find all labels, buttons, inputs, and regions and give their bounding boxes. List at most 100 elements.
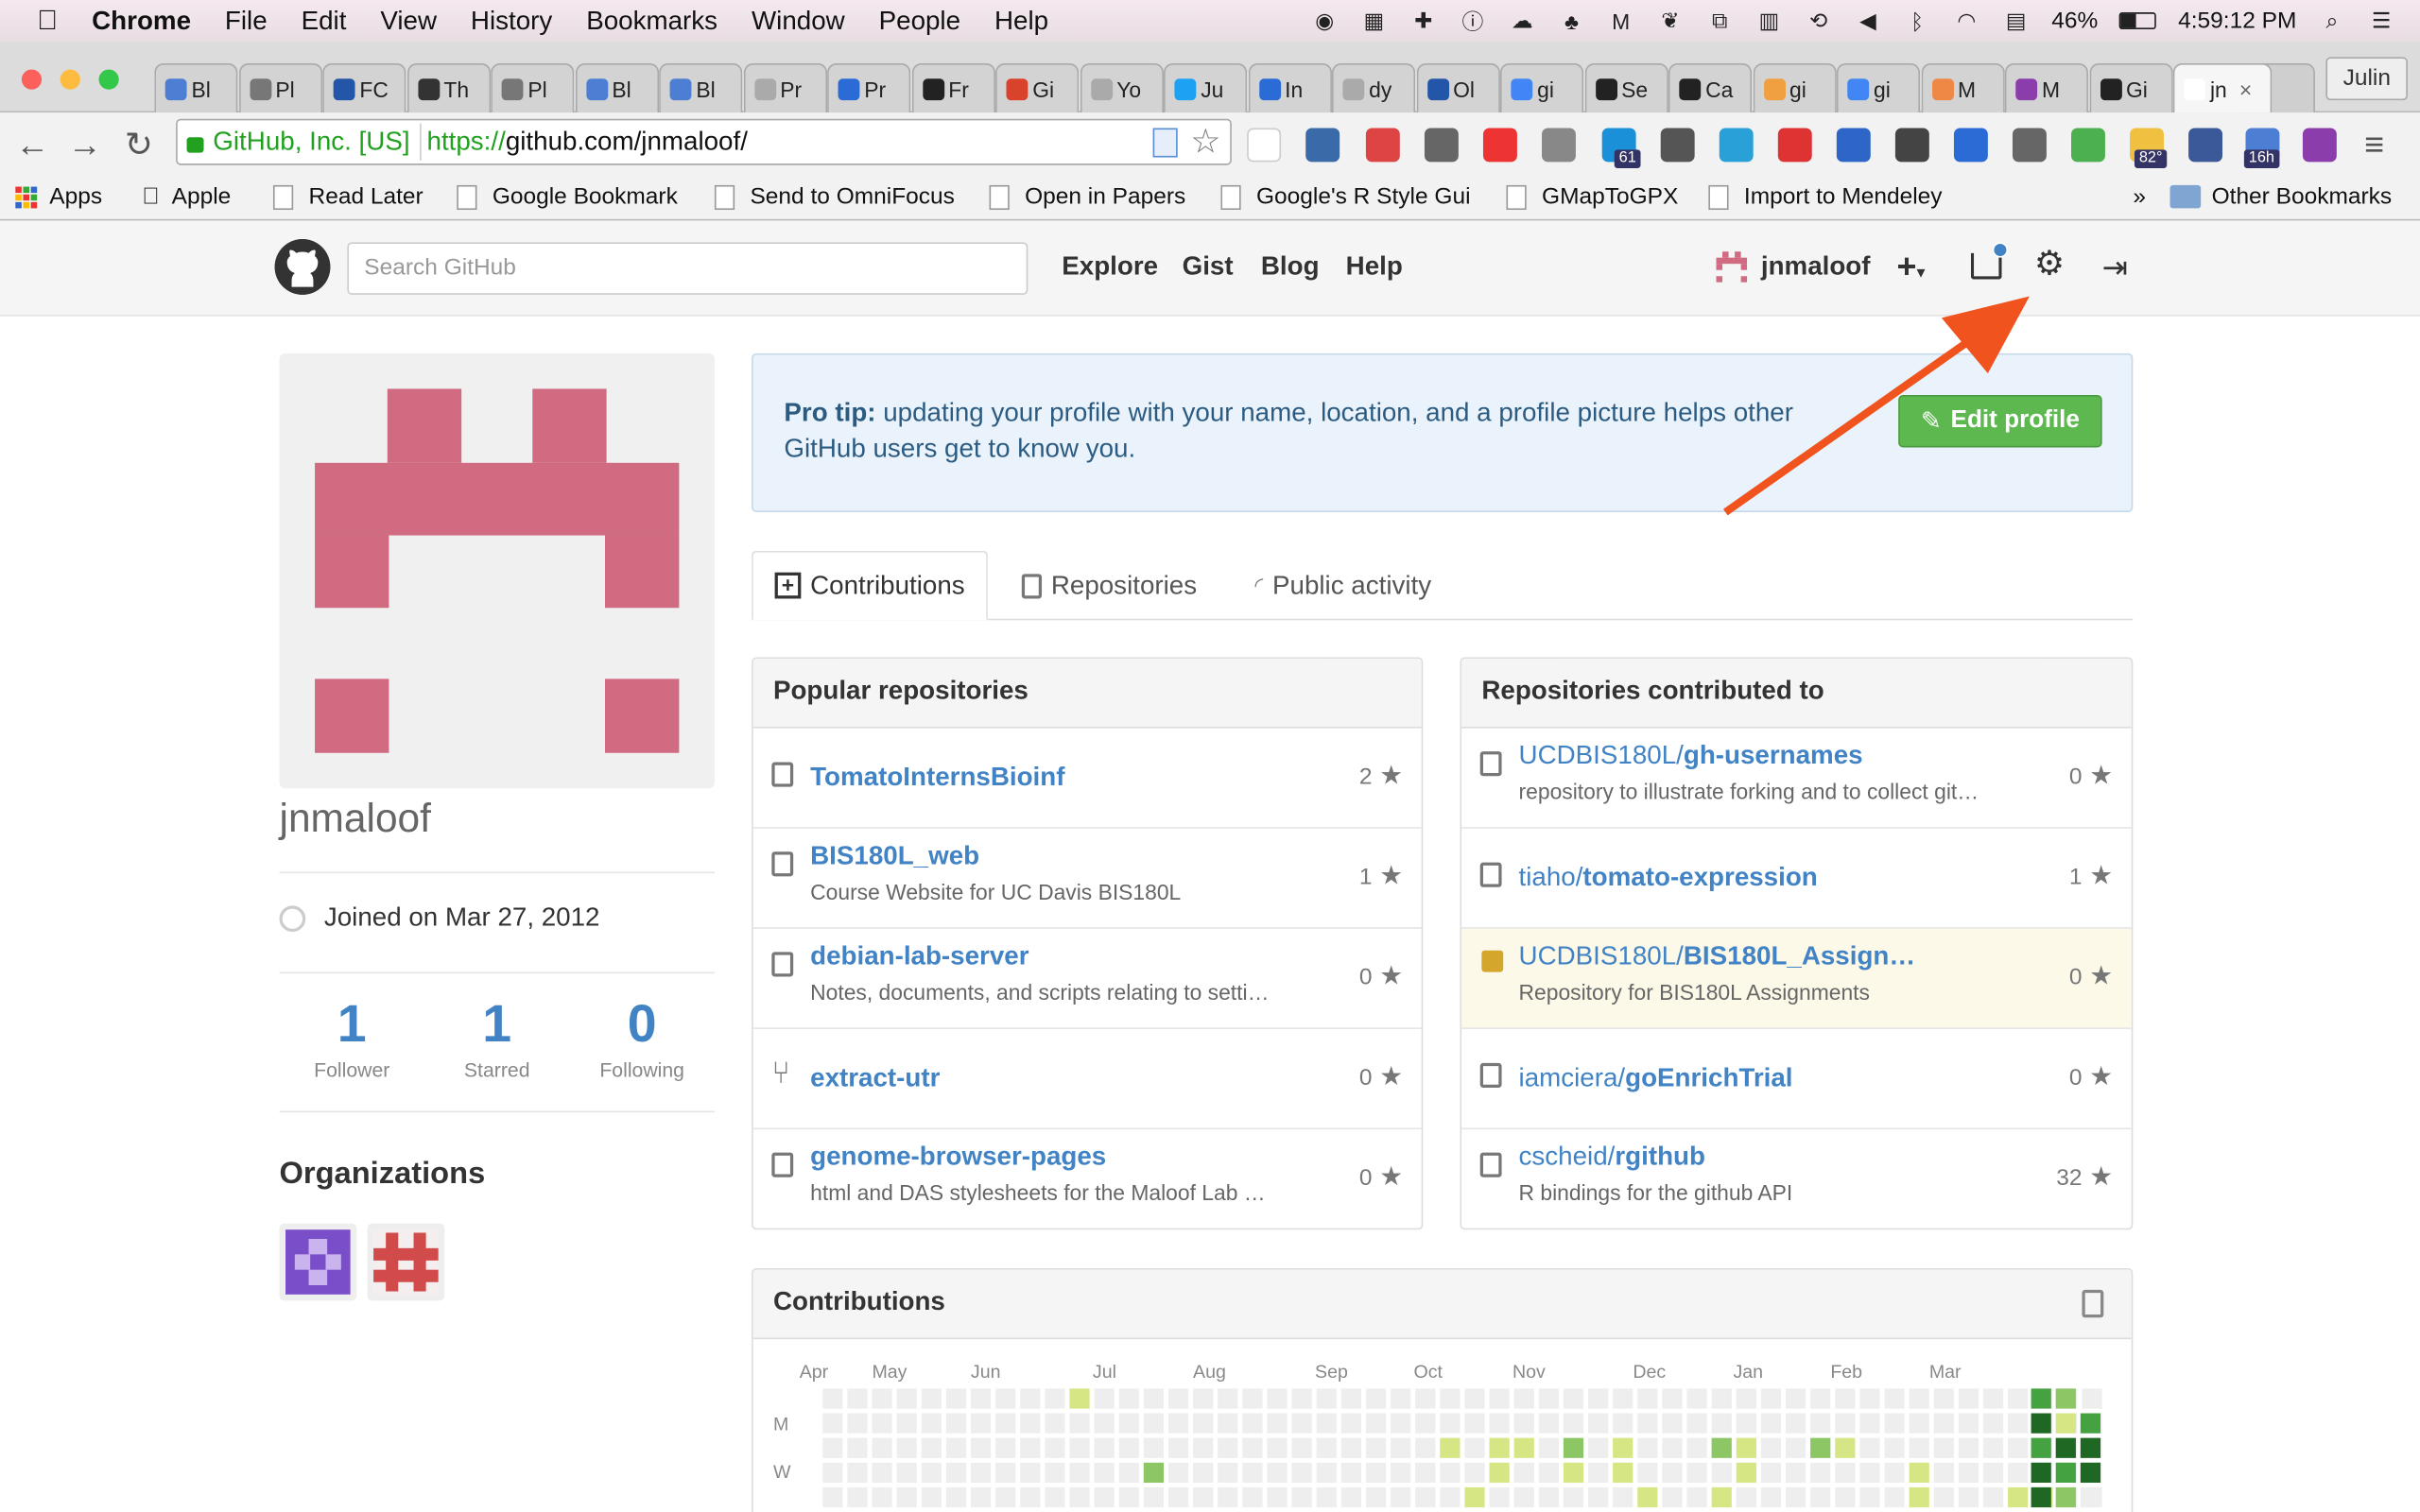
contribution-day-cell[interactable] — [1563, 1437, 1584, 1458]
contribution-day-cell[interactable] — [1291, 1388, 1312, 1409]
contribution-day-cell[interactable] — [1440, 1388, 1461, 1409]
contribution-day-cell[interactable] — [995, 1437, 1016, 1458]
tray-chat-icon[interactable]: ❦ — [1656, 8, 1684, 33]
browser-tab[interactable]: jn × — [2172, 62, 2273, 113]
browser-tab[interactable]: Bl — [659, 62, 743, 113]
contribution-day-cell[interactable] — [1193, 1462, 1214, 1483]
menu-clock[interactable]: 4:59:12 PM — [2178, 8, 2296, 34]
contribution-day-cell[interactable] — [1340, 1413, 1361, 1434]
contribution-day-cell[interactable] — [1291, 1413, 1312, 1434]
nav-blog[interactable]: Blog — [1261, 251, 1320, 283]
contribution-day-cell[interactable] — [1193, 1413, 1214, 1434]
contribution-day-cell[interactable] — [872, 1388, 892, 1409]
contribution-day-cell[interactable] — [1859, 1388, 1880, 1409]
contribution-day-cell[interactable] — [1686, 1437, 1707, 1458]
contribution-day-cell[interactable] — [1267, 1388, 1288, 1409]
contribution-day-cell[interactable] — [1909, 1413, 1929, 1434]
contribution-day-cell[interactable] — [1316, 1388, 1337, 1409]
sign-out-icon[interactable]: ⇥ — [2102, 249, 2128, 287]
contribution-day-cell[interactable] — [1489, 1437, 1510, 1458]
contribution-day-cell[interactable] — [1267, 1462, 1288, 1483]
browser-tab[interactable]: Gi — [995, 62, 1080, 113]
stat-followers[interactable]: 1 Follower — [290, 995, 414, 1081]
zoom-window-icon[interactable] — [98, 69, 119, 90]
bookmark-open-in-papers[interactable]: Open in Papers — [989, 183, 1185, 210]
contribution-day-cell[interactable] — [1760, 1486, 1782, 1508]
battery-percent[interactable]: 46% — [2051, 8, 2098, 34]
contribution-day-cell[interactable] — [1118, 1413, 1139, 1434]
tray-plus-icon[interactable]: ✚ — [1409, 8, 1437, 33]
contribution-day-cell[interactable] — [896, 1388, 917, 1409]
contribution-day-cell[interactable] — [1736, 1462, 1756, 1483]
contribution-day-cell[interactable] — [1637, 1388, 1658, 1409]
contribution-day-cell[interactable] — [1167, 1413, 1189, 1434]
repository-name[interactable]: cscheid/rgithub — [1519, 1142, 1705, 1173]
contribution-day-cell[interactable] — [1242, 1388, 1263, 1409]
contribution-day-cell[interactable] — [1167, 1486, 1189, 1508]
contribution-day-cell[interactable] — [2080, 1486, 2101, 1508]
contribution-day-cell[interactable] — [1094, 1413, 1115, 1434]
url-text[interactable]: https://github.com/jnmaloof/ — [421, 127, 748, 158]
contribution-day-cell[interactable] — [1316, 1413, 1337, 1434]
contribution-day-cell[interactable] — [1933, 1388, 1954, 1409]
contribution-day-cell[interactable] — [1094, 1437, 1115, 1458]
evernote-icon[interactable] — [2071, 128, 2105, 163]
contribution-day-cell[interactable] — [921, 1413, 942, 1434]
contribution-day-cell[interactable] — [2008, 1413, 2029, 1434]
contribution-day-cell[interactable] — [2008, 1388, 2029, 1409]
contribution-day-cell[interactable] — [872, 1462, 892, 1483]
contribution-day-cell[interactable] — [2008, 1486, 2029, 1508]
menu-edit[interactable]: Edit — [302, 6, 347, 37]
contribution-day-cell[interactable] — [1909, 1486, 1929, 1508]
contribution-day-cell[interactable] — [1563, 1413, 1584, 1434]
contribution-day-cell[interactable] — [1736, 1486, 1756, 1508]
repository-name[interactable]: iamciera/goEnrichTrial — [1519, 1063, 1793, 1094]
contribution-day-cell[interactable] — [1785, 1413, 1806, 1434]
contribution-day-cell[interactable] — [2031, 1486, 2051, 1508]
contribution-day-cell[interactable] — [1193, 1437, 1214, 1458]
contribution-day-cell[interactable] — [1291, 1486, 1312, 1508]
close-tab-icon[interactable]: × — [2239, 77, 2252, 101]
browser-tab[interactable]: FC — [322, 62, 406, 113]
menu-help[interactable]: Help — [994, 6, 1048, 37]
contribution-day-cell[interactable] — [1391, 1486, 1411, 1508]
contribution-day-cell[interactable] — [1118, 1437, 1139, 1458]
contribution-day-cell[interactable] — [995, 1462, 1016, 1483]
contribution-day-cell[interactable] — [1365, 1462, 1387, 1483]
contribution-day-cell[interactable] — [1711, 1462, 1732, 1483]
contribution-day-cell[interactable] — [1835, 1486, 1856, 1508]
contribution-day-cell[interactable] — [1785, 1388, 1806, 1409]
contribution-day-cell[interactable] — [1613, 1486, 1634, 1508]
contribution-day-cell[interactable] — [1365, 1413, 1387, 1434]
contribution-day-cell[interactable] — [1242, 1462, 1263, 1483]
nav-help[interactable]: Help — [1346, 251, 1403, 283]
contribution-day-cell[interactable] — [1020, 1486, 1041, 1508]
contribution-day-cell[interactable] — [945, 1437, 967, 1458]
contribution-day-cell[interactable] — [1218, 1462, 1238, 1483]
address-bar[interactable]: GitHub, Inc. [US] https://github.com/jnm… — [176, 118, 1232, 165]
menu-app-name[interactable]: Chrome — [92, 6, 191, 37]
chrome-menu-icon[interactable]: ≡ — [2364, 125, 2384, 164]
contribution-day-cell[interactable] — [1587, 1413, 1609, 1434]
contribution-day-cell[interactable] — [1340, 1437, 1361, 1458]
bookmark-star-icon[interactable]: ☆ — [1190, 122, 1220, 162]
contribution-day-cell[interactable] — [1835, 1462, 1856, 1483]
contribution-day-cell[interactable] — [995, 1486, 1016, 1508]
contribution-day-cell[interactable] — [1365, 1437, 1387, 1458]
contribution-day-cell[interactable] — [1242, 1437, 1263, 1458]
nav-gist[interactable]: Gist — [1183, 251, 1234, 283]
contribution-day-cell[interactable] — [1316, 1462, 1337, 1483]
stat-starred[interactable]: 1 Starred — [435, 995, 559, 1081]
contribution-day-cell[interactable] — [847, 1388, 868, 1409]
menu-people[interactable]: People — [879, 6, 960, 37]
contribution-day-cell[interactable] — [1563, 1388, 1584, 1409]
contribution-day-cell[interactable] — [1069, 1437, 1090, 1458]
contribution-day-cell[interactable] — [1464, 1462, 1485, 1483]
contribution-day-cell[interactable] — [1662, 1486, 1683, 1508]
contribution-day-cell[interactable] — [1069, 1462, 1090, 1483]
stat-following[interactable]: 0 Following — [580, 995, 704, 1081]
contribution-day-cell[interactable] — [1909, 1462, 1929, 1483]
contribution-day-cell[interactable] — [1118, 1486, 1139, 1508]
contribution-day-cell[interactable] — [872, 1437, 892, 1458]
browser-tab[interactable]: Gi — [2088, 62, 2172, 113]
